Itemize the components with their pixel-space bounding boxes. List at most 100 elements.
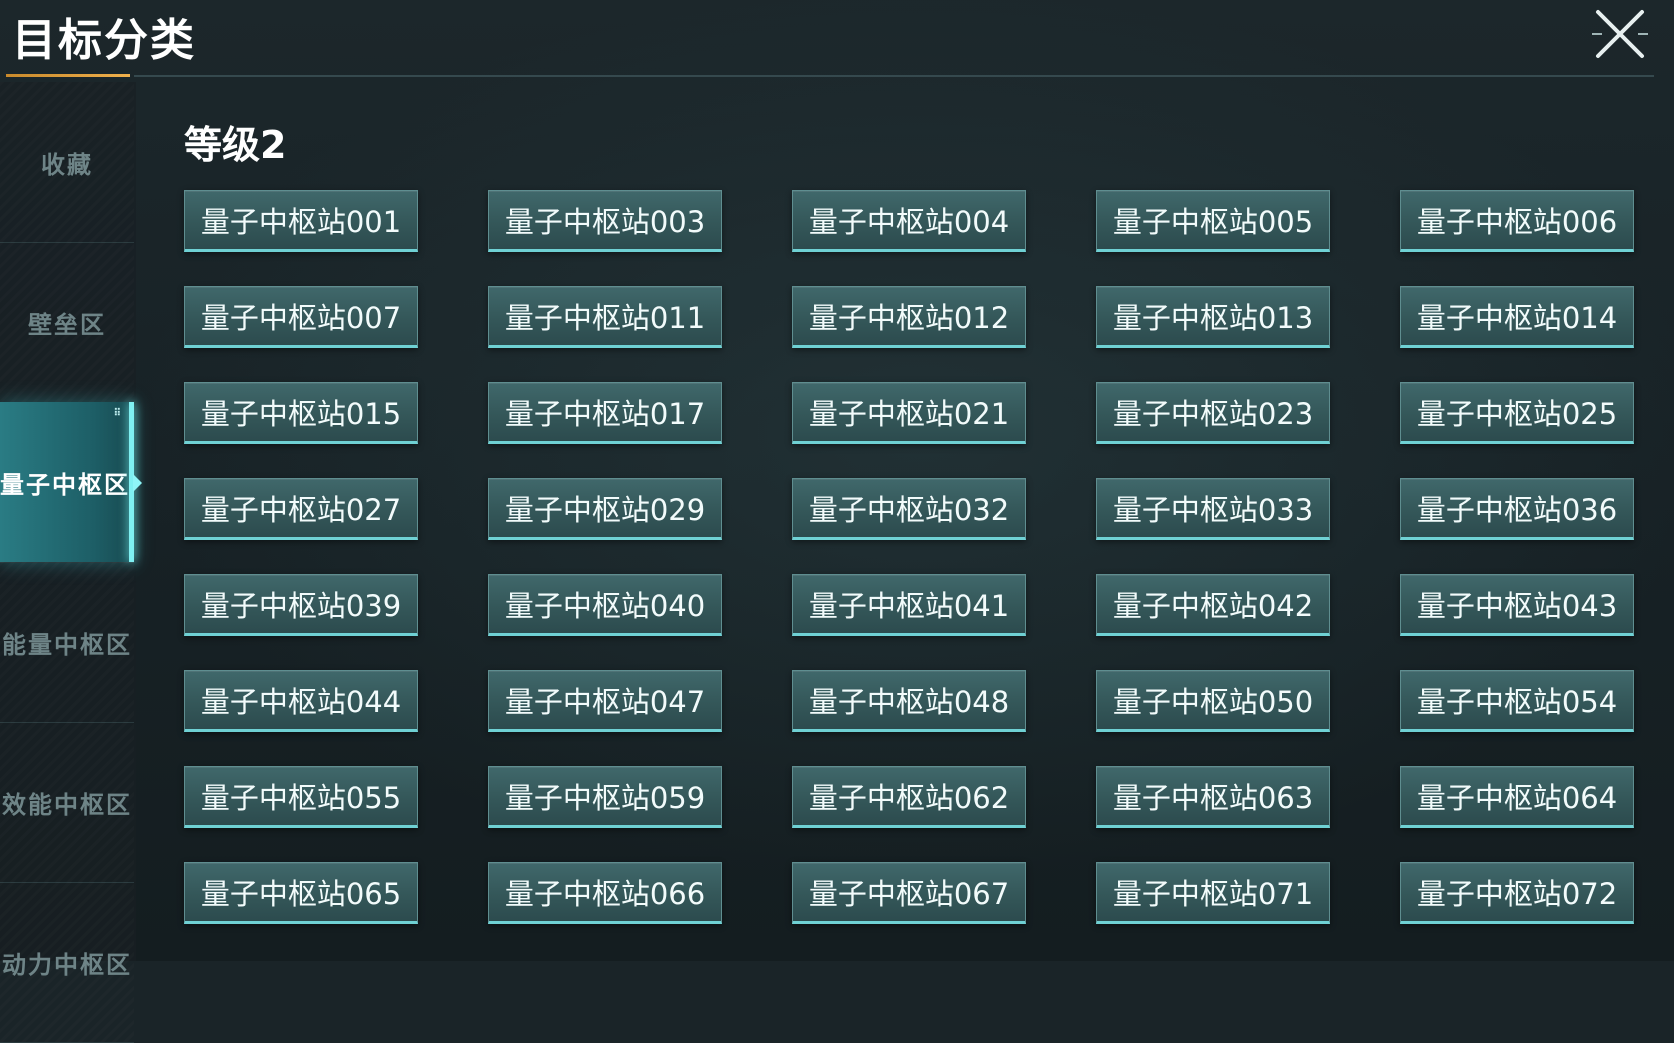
header-bar: 目标分类 (0, 0, 1674, 78)
station-button-label: 量子中枢站066 (504, 877, 706, 911)
station-button[interactable]: 量子中枢站025 (1400, 382, 1634, 444)
station-button-label: 量子中枢站004 (808, 205, 1010, 239)
station-button[interactable]: 量子中枢站050 (1096, 670, 1330, 732)
station-button-label: 量子中枢站029 (504, 493, 706, 527)
station-button-label: 量子中枢站063 (1112, 781, 1314, 815)
sidebar-item-efficiency[interactable]: 效能中枢区 (0, 722, 134, 883)
sidebar-item-label: 收藏 (41, 149, 93, 179)
station-button-label: 量子中枢站025 (1416, 397, 1618, 431)
header-divider (134, 75, 1654, 77)
section-title: 等级2 (184, 123, 287, 167)
station-button-label: 量子中枢站042 (1112, 589, 1314, 623)
station-button-label: 量子中枢站048 (808, 685, 1010, 719)
station-button[interactable]: 量子中枢站023 (1096, 382, 1330, 444)
sidebar-item-label: 能量中枢区 (2, 629, 132, 659)
sidebar-item-label: 量子中枢区 (0, 469, 130, 499)
station-button[interactable]: 量子中枢站003 (488, 190, 722, 252)
station-button-label: 量子中枢站064 (1416, 781, 1618, 815)
station-button-label: 量子中枢站017 (504, 397, 706, 431)
station-button-label: 量子中枢站005 (1112, 205, 1314, 239)
sidebar-item-energy[interactable]: 能量中枢区 (0, 562, 134, 723)
station-button-label: 量子中枢站054 (1416, 685, 1618, 719)
station-button-label: 量子中枢站007 (200, 301, 402, 335)
station-button[interactable]: 量子中枢站065 (184, 862, 418, 924)
station-button[interactable]: 量子中枢站001 (184, 190, 418, 252)
station-button-label: 量子中枢站044 (200, 685, 402, 719)
station-button-label: 量子中枢站041 (808, 589, 1010, 623)
station-button[interactable]: 量子中枢站017 (488, 382, 722, 444)
station-button-label: 量子中枢站036 (1416, 493, 1618, 527)
station-button-label: 量子中枢站027 (200, 493, 402, 527)
dots-icon: ⠿ (113, 408, 122, 419)
station-button[interactable]: 量子中枢站048 (792, 670, 1026, 732)
station-button-label: 量子中枢站011 (504, 301, 706, 335)
station-button-label: 量子中枢站055 (200, 781, 402, 815)
station-button[interactable]: 量子中枢站043 (1400, 574, 1634, 636)
station-button-label: 量子中枢站050 (1112, 685, 1314, 719)
station-button-label: 量子中枢站006 (1416, 205, 1618, 239)
station-button-label: 量子中枢站033 (1112, 493, 1314, 527)
station-button[interactable]: 量子中枢站042 (1096, 574, 1330, 636)
station-button[interactable]: 量子中枢站066 (488, 862, 722, 924)
station-button[interactable]: 量子中枢站039 (184, 574, 418, 636)
sidebar-item-label: 动力中枢区 (2, 949, 132, 979)
station-button-label: 量子中枢站039 (200, 589, 402, 623)
station-button[interactable]: 量子中枢站013 (1096, 286, 1330, 348)
station-button-label: 量子中枢站062 (808, 781, 1010, 815)
station-button-label: 量子中枢站014 (1416, 301, 1618, 335)
sidebar-item-quantum[interactable]: ⠿ 量子中枢区 (0, 402, 142, 563)
title-underline (6, 74, 130, 77)
station-button-label: 量子中枢站023 (1112, 397, 1314, 431)
station-button[interactable]: 量子中枢站012 (792, 286, 1026, 348)
station-button[interactable]: 量子中枢站033 (1096, 478, 1330, 540)
station-button[interactable]: 量子中枢站044 (184, 670, 418, 732)
sidebar-item-power[interactable]: 动力中枢区 (0, 882, 134, 1043)
station-button[interactable]: 量子中枢站021 (792, 382, 1026, 444)
station-button[interactable]: 量子中枢站062 (792, 766, 1026, 828)
station-button[interactable]: 量子中枢站032 (792, 478, 1026, 540)
station-button[interactable]: 量子中枢站072 (1400, 862, 1634, 924)
station-button-label: 量子中枢站012 (808, 301, 1010, 335)
station-button[interactable]: 量子中枢站055 (184, 766, 418, 828)
station-button-label: 量子中枢站065 (200, 877, 402, 911)
station-button[interactable]: 量子中枢站054 (1400, 670, 1634, 732)
chevron-right-icon (133, 474, 142, 492)
close-x-icon (1592, 10, 1648, 58)
station-button-label: 量子中枢站013 (1112, 301, 1314, 335)
station-button[interactable]: 量子中枢站005 (1096, 190, 1330, 252)
station-button-label: 量子中枢站001 (200, 205, 402, 239)
sidebar-item-favorites[interactable]: 收藏 (0, 82, 134, 243)
station-button-label: 量子中枢站043 (1416, 589, 1618, 623)
station-button[interactable]: 量子中枢站006 (1400, 190, 1634, 252)
station-button[interactable]: 量子中枢站063 (1096, 766, 1330, 828)
station-button[interactable]: 量子中枢站067 (792, 862, 1026, 924)
station-button[interactable]: 量子中枢站071 (1096, 862, 1330, 924)
station-button[interactable]: 量子中枢站014 (1400, 286, 1634, 348)
page-title: 目标分类 (12, 15, 196, 66)
station-button-label: 量子中枢站072 (1416, 877, 1618, 911)
sidebar-item-label: 效能中枢区 (2, 789, 132, 819)
station-button-label: 量子中枢站040 (504, 589, 706, 623)
station-button-label: 量子中枢站032 (808, 493, 1010, 527)
station-button[interactable]: 量子中枢站059 (488, 766, 722, 828)
sidebar-item-label: 壁垒区 (28, 309, 106, 339)
station-button-label: 量子中枢站003 (504, 205, 706, 239)
close-button[interactable] (1590, 4, 1650, 64)
station-button[interactable]: 量子中枢站040 (488, 574, 722, 636)
station-button[interactable]: 量子中枢站064 (1400, 766, 1634, 828)
station-button[interactable]: 量子中枢站007 (184, 286, 418, 348)
station-button[interactable]: 量子中枢站011 (488, 286, 722, 348)
station-button[interactable]: 量子中枢站015 (184, 382, 418, 444)
station-button[interactable]: 量子中枢站027 (184, 478, 418, 540)
station-button[interactable]: 量子中枢站029 (488, 478, 722, 540)
sidebar: 收藏 壁垒区 ⠿ 量子中枢区 能量中枢区 效能中枢区 动力中枢区 (0, 82, 142, 1043)
sidebar-item-bastion[interactable]: 壁垒区 (0, 242, 134, 403)
station-button[interactable]: 量子中枢站041 (792, 574, 1026, 636)
station-button-label: 量子中枢站067 (808, 877, 1010, 911)
station-button[interactable]: 量子中枢站047 (488, 670, 722, 732)
station-button-label: 量子中枢站015 (200, 397, 402, 431)
station-button[interactable]: 量子中枢站004 (792, 190, 1026, 252)
station-button-label: 量子中枢站047 (504, 685, 706, 719)
station-button[interactable]: 量子中枢站036 (1400, 478, 1634, 540)
station-button-label: 量子中枢站071 (1112, 877, 1314, 911)
